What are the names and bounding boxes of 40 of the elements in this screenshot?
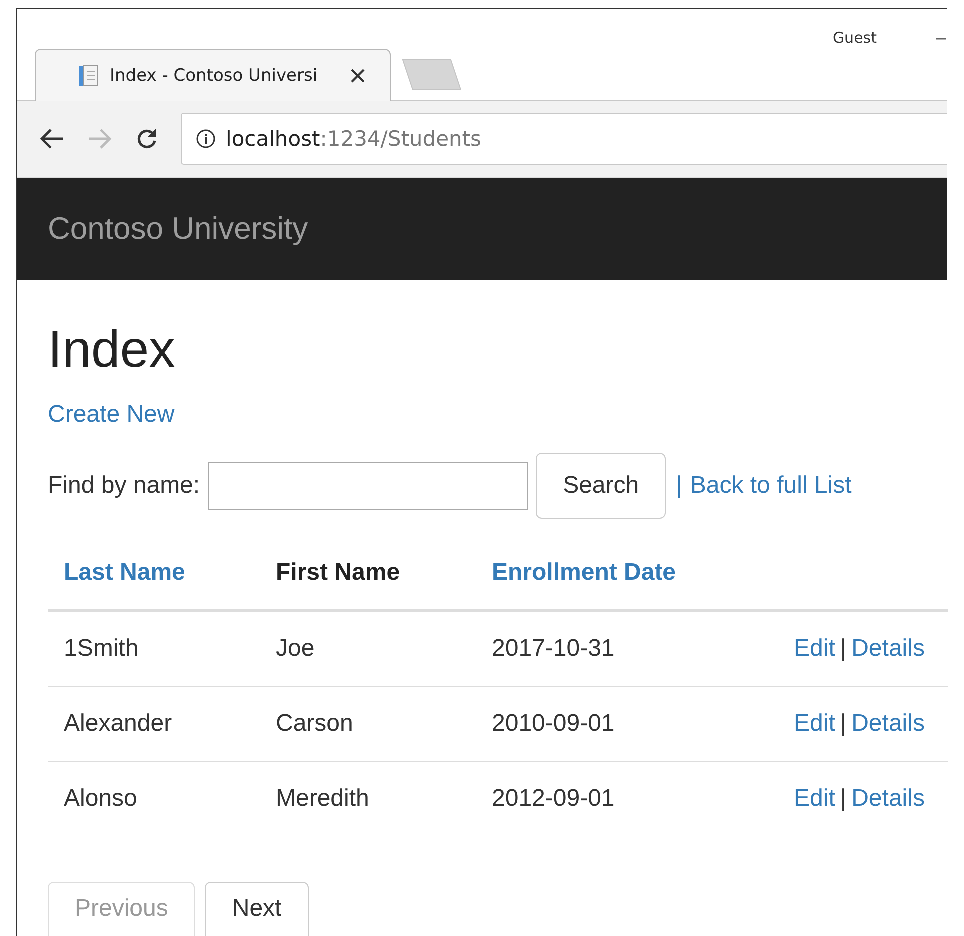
next-button[interactable]: Next <box>205 882 309 936</box>
table-cell: Alexander <box>64 710 172 738</box>
url-text: localhost:1234/Students <box>226 127 482 151</box>
brand-link[interactable]: Contoso University <box>48 211 308 247</box>
info-icon <box>196 129 216 149</box>
reload-icon[interactable] <box>135 127 159 151</box>
tab-title: Index - Contoso Universi <box>110 66 319 86</box>
separator: | <box>840 785 847 812</box>
find-label: Find by name: <box>48 472 200 500</box>
details-link[interactable]: Details <box>852 785 925 812</box>
separator: | <box>840 635 847 662</box>
table-cell: Meredith <box>276 785 370 812</box>
create-new-link[interactable]: Create New <box>48 401 175 430</box>
search-button[interactable]: Search <box>536 453 666 520</box>
edit-link[interactable]: Edit <box>794 785 836 812</box>
separator: | <box>676 472 682 500</box>
table-cell: Alonso <box>64 785 138 812</box>
address-bar[interactable]: localhost:1234/Students <box>181 113 947 165</box>
back-icon[interactable] <box>39 127 65 151</box>
details-link[interactable]: Details <box>852 710 925 738</box>
column-header: First Name <box>276 559 400 586</box>
page-icon <box>78 64 100 88</box>
profile-label[interactable]: Guest <box>832 29 877 47</box>
column-sort-link[interactable]: Last Name <box>64 559 186 586</box>
edit-link[interactable]: Edit <box>794 635 836 662</box>
page-heading: Index <box>48 322 176 380</box>
edit-link[interactable]: Edit <box>794 710 836 738</box>
table-cell: 2017-10-31 <box>492 635 615 662</box>
column-sort-link[interactable]: Enrollment Date <box>492 559 676 586</box>
table-cell: Carson <box>276 710 354 738</box>
back-to-list-link[interactable]: Back to full List <box>690 472 852 500</box>
table-cell: Joe <box>276 635 315 662</box>
table-cell: 2010-09-01 <box>492 710 615 738</box>
table-cell: 2012-09-01 <box>492 785 615 812</box>
table-cell: 1Smith <box>64 635 139 662</box>
search-field[interactable] <box>208 462 528 510</box>
browser-tab[interactable]: Index - Contoso Universi <box>35 49 391 101</box>
separator: | <box>840 710 847 738</box>
details-link[interactable]: Details <box>852 635 925 662</box>
close-icon[interactable] <box>350 68 366 84</box>
